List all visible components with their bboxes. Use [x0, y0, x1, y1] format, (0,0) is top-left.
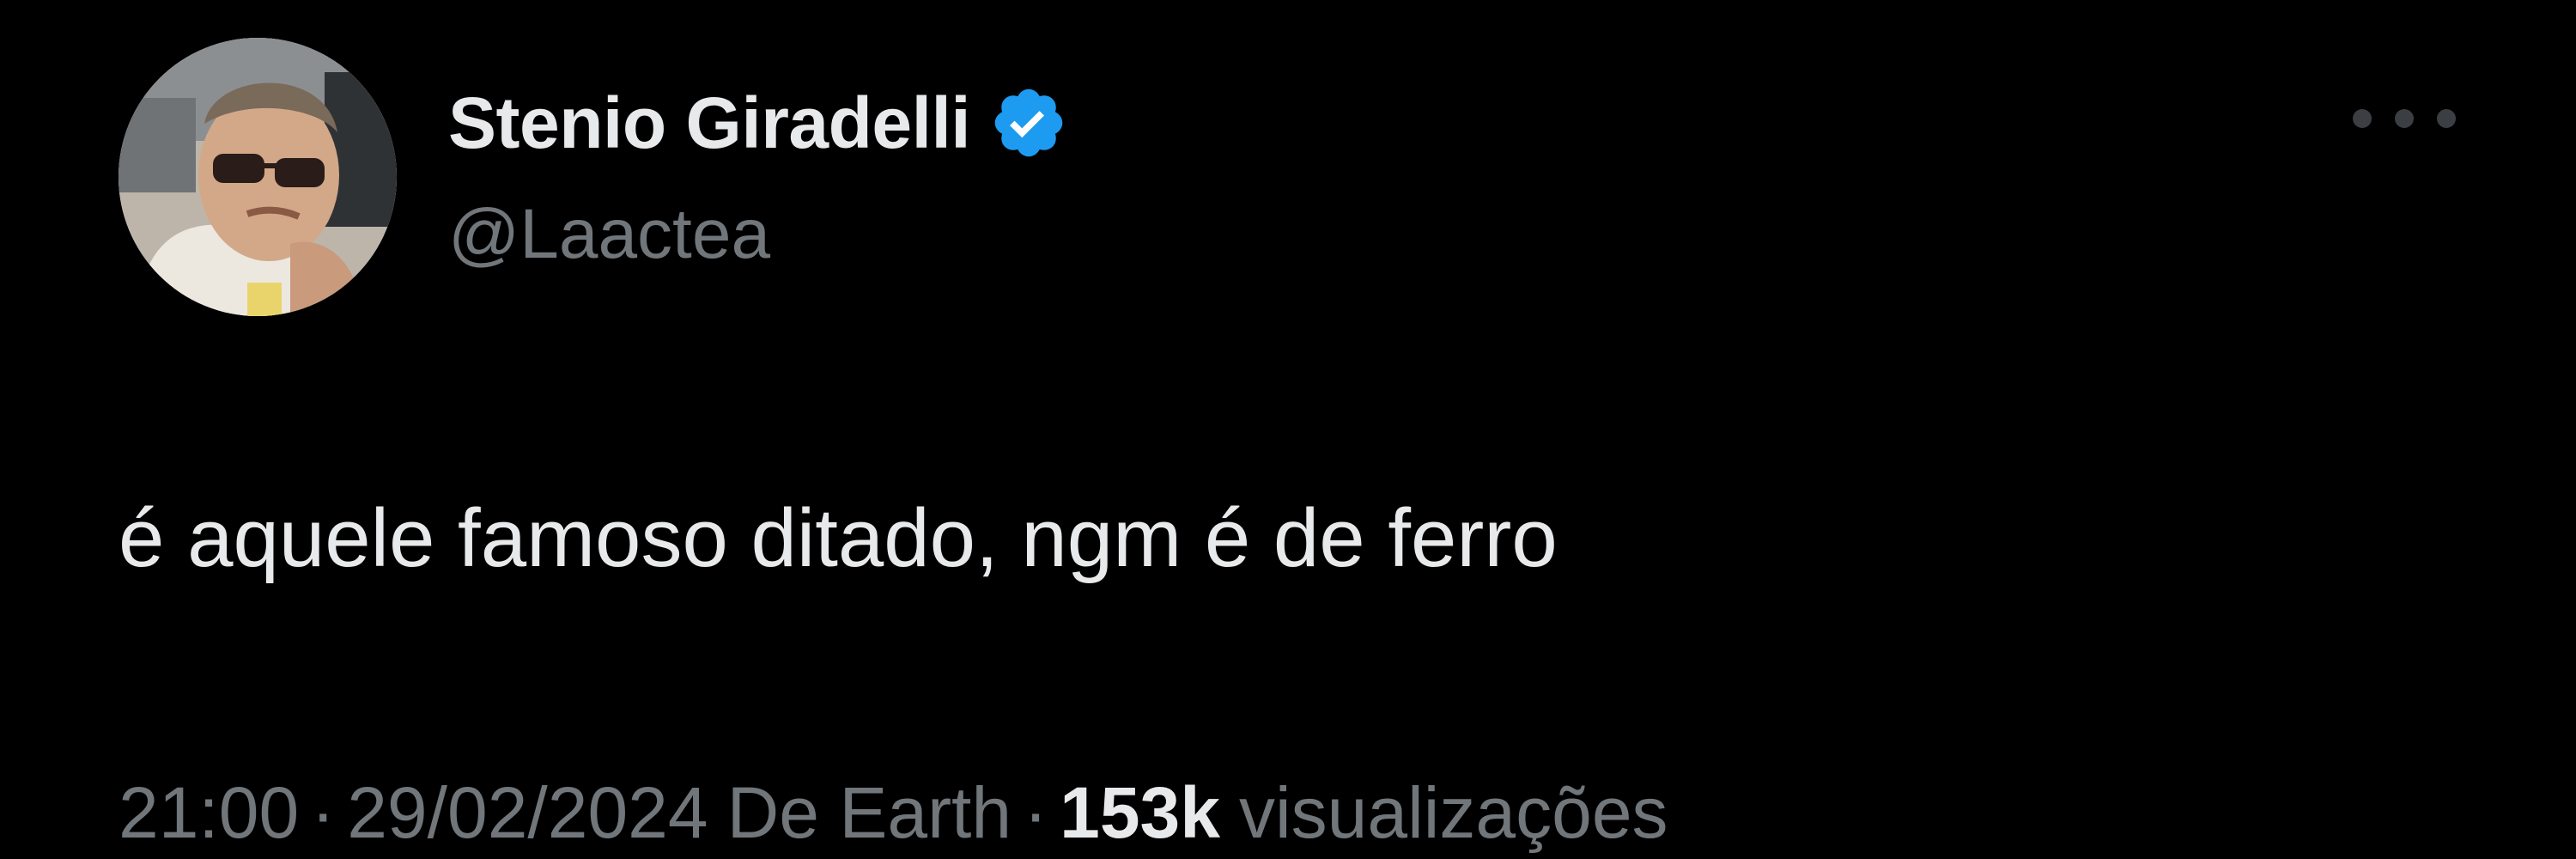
verified-badge-icon[interactable]	[989, 83, 1068, 162]
separator: ·	[1024, 772, 1048, 853]
tweet-text: é aquele famoso ditado, ngm é de ferro	[118, 492, 1558, 584]
more-options-button[interactable]	[2353, 101, 2456, 136]
views-count[interactable]: 153k	[1060, 771, 1220, 855]
tweet-source: De Earth	[726, 772, 1012, 853]
author-name-row: Stenio Giradelli	[448, 76, 1068, 170]
author-handle[interactable]: @Laactea	[448, 194, 770, 275]
separator: ·	[311, 772, 336, 853]
more-options-dot	[2395, 109, 2414, 128]
tweet-metadata: 21:00 · 29/02/2024 De Earth · 153k visua…	[118, 771, 1668, 855]
tweet-card: Stenio Giradelli @Laactea é aquele famos…	[0, 0, 2576, 859]
display-name[interactable]: Stenio Giradelli	[448, 82, 971, 165]
tweet-time[interactable]: 21:00	[118, 771, 299, 855]
tweet-date[interactable]: 29/02/2024	[347, 771, 708, 855]
more-options-dot	[2437, 109, 2456, 128]
more-options-icon	[2353, 109, 2372, 128]
avatar[interactable]	[118, 38, 397, 316]
views-label: visualizações	[1238, 772, 1668, 853]
profile-photo	[118, 38, 397, 316]
